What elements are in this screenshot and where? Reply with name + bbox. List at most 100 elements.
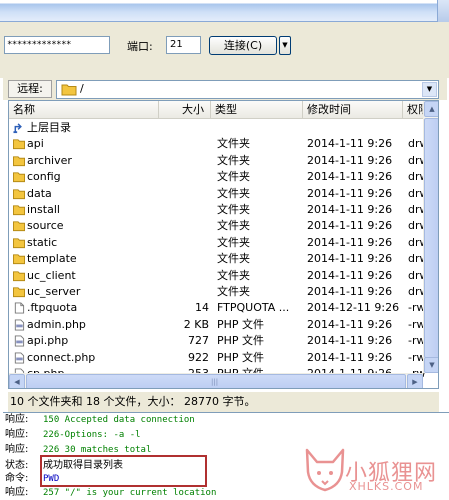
file-list-status: 10 个文件夹和 18 个文件，大小： 28770 字节。 (8, 392, 439, 412)
folder-icon (13, 221, 25, 232)
horizontal-scrollbar[interactable]: ◀ ||| ▶ (9, 373, 423, 388)
file-name: api.php (27, 334, 69, 348)
file-size: 727 (188, 334, 209, 348)
grip-icon: ||| (211, 378, 219, 386)
file-name: uc_server (27, 285, 81, 298)
table-row[interactable]: api.php 727 PHP 文件 2014-1-11 9:26 -rw (9, 333, 426, 349)
table-row[interactable]: connect.php 922 PHP 文件 2014-1-11 9:26 -rw (9, 350, 426, 366)
file-name: install (27, 203, 60, 216)
file-type: 文件夹 (217, 285, 250, 298)
table-row[interactable]: uc_server文件夹2014-1-11 9:26drw (9, 284, 426, 300)
file-type: 文件夹 (217, 186, 250, 200)
horizontal-scroll-thumb[interactable]: ||| (26, 374, 406, 388)
remote-path-combo[interactable]: / ▼ (56, 80, 439, 99)
chevron-right-icon: ▶ (412, 378, 418, 386)
file-modified: 2014-12-11 9:26 (307, 301, 400, 315)
file-name: data (27, 186, 52, 200)
file-name: template (27, 252, 77, 266)
fox-logo-icon (305, 448, 345, 492)
file-icon (14, 302, 25, 314)
table-row[interactable]: .ftpquota 14 FTPQUOTA ... 2014-12-11 9:26 -r… (9, 300, 426, 316)
folder-icon (13, 270, 25, 281)
file-type: 文件夹 (217, 268, 250, 282)
file-type: PHP 文件 (217, 317, 265, 331)
scroll-left-button[interactable]: ◀ (9, 374, 25, 388)
window-edge (437, 0, 449, 22)
connect-dropdown-button[interactable]: ▼ (279, 36, 291, 55)
scroll-up-button[interactable]: ▲ (424, 101, 438, 117)
folder-icon (13, 205, 25, 216)
file-type: 文件夹 (217, 235, 250, 249)
vertical-scroll-thumb[interactable] (424, 118, 438, 358)
file-name: archiver (27, 153, 72, 167)
path-dropdown-button[interactable]: ▼ (422, 82, 437, 97)
file-modified: 2014-1-11 9:26 (307, 334, 393, 348)
file-modified: 2014-1-11 9:26 (307, 137, 393, 151)
column-header-modified[interactable]: 修改时间 (303, 101, 403, 119)
table-row[interactable]: install文件夹2014-1-11 9:26drw (9, 202, 426, 218)
port-input[interactable]: 21 (166, 36, 201, 54)
folder-icon (13, 238, 25, 248)
table-row[interactable]: static文件夹2014-1-11 9:26drw (9, 235, 426, 251)
file-modified: 2014-1-11 9:26 (307, 153, 393, 167)
column-header-size[interactable]: 大小 (159, 101, 211, 119)
table-row[interactable]: admin.php 2 KB PHP 文件 2014-1-11 9:26 -rw (9, 317, 426, 333)
column-header-perms[interactable]: 权限 (403, 101, 423, 119)
log-message: 226-Options: -a -l (43, 430, 141, 440)
table-row[interactable]: archiver文件夹2014-1-11 9:26drw (9, 153, 426, 169)
file-modified: 2014-1-11 9:26 (307, 268, 393, 282)
php-file-icon (14, 352, 25, 364)
file-type: 文件夹 (217, 170, 250, 184)
table-row[interactable]: data文件夹2014-1-11 9:26drw (9, 186, 426, 202)
table-row[interactable]: 上层目录 (9, 120, 423, 136)
file-list-header: 名称 大小 类型 修改时间 权限 (9, 101, 423, 119)
folder-icon (13, 287, 25, 298)
table-row[interactable]: template文件夹2014-1-11 9:26drw (9, 251, 426, 267)
file-name: 上层目录 (27, 121, 71, 134)
scroll-right-button[interactable]: ▶ (407, 374, 423, 388)
chevron-down-icon: ▼ (429, 361, 435, 369)
php-file-icon (14, 319, 25, 331)
file-name: api (27, 137, 44, 151)
file-modified: 2014-1-11 9:26 (307, 219, 393, 233)
chevron-down-icon: ▼ (426, 85, 433, 93)
connect-button[interactable]: 连接(C) (209, 36, 277, 55)
file-size: 2 KB (183, 317, 209, 331)
folder-icon (13, 188, 25, 199)
folder-icon (13, 172, 25, 183)
log-key: 响应: (5, 487, 29, 498)
file-modified: 2014-1-11 9:26 (307, 285, 393, 298)
table-row[interactable]: source文件夹2014-1-11 9:26drw (9, 218, 426, 234)
table-row[interactable]: api文件夹2014-1-11 9:26drw (9, 136, 426, 152)
file-modified: 2014-1-11 9:26 (307, 186, 393, 200)
log-key: 响应: (5, 414, 29, 425)
file-modified: 2014-1-11 9:26 (307, 317, 393, 331)
file-modified: 2014-1-11 9:26 (307, 203, 393, 216)
file-type: FTPQUOTA ... (217, 301, 290, 315)
file-modified: 2014-1-11 9:26 (307, 170, 393, 184)
file-name: static (27, 235, 58, 249)
column-header-type[interactable]: 类型 (211, 101, 303, 119)
scroll-down-button[interactable]: ▼ (424, 357, 438, 373)
file-modified: 2014-1-11 9:26 (307, 235, 393, 249)
folder-icon (13, 254, 25, 265)
password-input[interactable]: ************* (4, 36, 110, 54)
log-key: 响应: (5, 444, 29, 455)
file-type: 文件夹 (217, 203, 250, 216)
folder-icon (13, 139, 25, 150)
remote-file-list[interactable]: 名称 大小 类型 修改时间 权限 上层目录 api 文件夹 2014-1-11 9:2… (8, 100, 439, 389)
file-size: 14 (195, 301, 209, 315)
file-type: 文件夹 (217, 153, 250, 167)
table-row[interactable]: config文件夹2014-1-11 9:26drw (9, 169, 426, 185)
top-toolbar-strip (0, 0, 449, 22)
table-row[interactable]: uc_client文件夹2014-1-11 9:26drw (9, 268, 426, 284)
php-file-icon (14, 335, 25, 347)
log-message: 150 Accepted data connection (43, 415, 195, 425)
file-modified: 2014-1-11 9:26 (307, 252, 393, 266)
file-name: admin.php (27, 317, 86, 331)
column-header-name[interactable]: 名称 (9, 101, 159, 119)
file-type: PHP 文件 (217, 350, 265, 364)
file-type: 文件夹 (217, 252, 250, 266)
vertical-scrollbar[interactable]: ▲ ▼ (423, 101, 438, 373)
file-type: PHP 文件 (217, 334, 265, 348)
